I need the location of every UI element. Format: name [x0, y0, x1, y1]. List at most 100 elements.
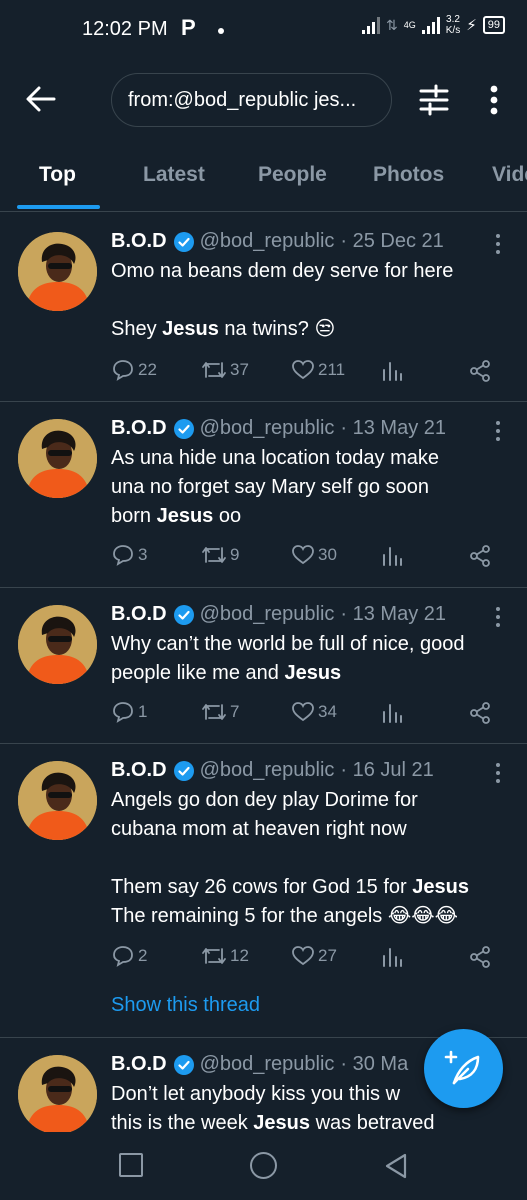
search-tabs: Top Latest People Photos Vide	[0, 138, 527, 212]
tweet-header: B.O.D @bod_republic · 13 May 21	[111, 603, 446, 626]
compose-tweet-button[interactable]	[424, 1029, 503, 1108]
sliders-icon[interactable]	[418, 84, 450, 116]
retweet-icon	[202, 362, 226, 378]
author-name[interactable]: B.O.D	[111, 417, 167, 440]
notification-app-icon: P	[181, 15, 196, 40]
nav-back-icon[interactable]	[383, 1152, 409, 1180]
like-count: 34	[318, 702, 337, 721]
tweet-item[interactable]: B.O.D @bod_republic · 13 May 21 As una h…	[0, 402, 527, 588]
tweet-text-fragment: oo	[213, 505, 242, 527]
avatar[interactable]	[18, 761, 97, 840]
tweet-text-fragment: Them say 26 cows for God 15 for	[111, 876, 413, 898]
verified-badge-icon	[173, 231, 194, 252]
tweet-item[interactable]: B.O.D @bod_republic · 13 May 21 Why can’…	[0, 588, 527, 744]
analytics-icon[interactable]	[381, 946, 403, 968]
tweet-text-line: cubana mom at heaven right now	[111, 818, 407, 840]
share-icon[interactable]	[468, 701, 492, 725]
home-icon[interactable]	[250, 1152, 277, 1179]
retweet-button[interactable]: 12	[201, 944, 249, 968]
analytics-icon[interactable]	[381, 360, 403, 382]
tweet-text: Omo na beans dem dey serve for here Shey…	[111, 257, 511, 344]
reply-button[interactable]: 3	[111, 543, 147, 567]
reply-count: 22	[138, 360, 157, 379]
author-name[interactable]: B.O.D	[111, 603, 167, 626]
heart-icon	[292, 946, 314, 966]
share-icon[interactable]	[468, 945, 492, 969]
avatar[interactable]	[18, 232, 97, 311]
network-speed: 3.2 K/s	[446, 14, 460, 36]
tweet-text-fragment: was betraved	[310, 1112, 435, 1132]
heart-icon	[292, 545, 314, 565]
tweet-text: Why can’t the world be full of nice, goo…	[111, 630, 511, 688]
retweet-count: 7	[230, 702, 240, 721]
like-button[interactable]: 211	[291, 358, 345, 382]
analytics-icon[interactable]	[381, 545, 403, 567]
author-name[interactable]: B.O.D	[111, 230, 167, 253]
retweet-button[interactable]: 7	[201, 700, 239, 724]
tweet-item[interactable]: B.O.D @bod_republic · 25 Dec 21 Omo na b…	[0, 213, 527, 402]
tweet-more-icon[interactable]	[488, 606, 508, 628]
tab-latest[interactable]: Latest	[143, 163, 205, 187]
tweet-text-line: Angels go don dey play Dorime for	[111, 789, 418, 811]
tweet-more-icon[interactable]	[488, 233, 508, 255]
reply-button[interactable]: 22	[111, 358, 157, 382]
tab-top[interactable]: Top	[39, 163, 76, 187]
retweet-count: 9	[230, 545, 240, 564]
avatar[interactable]	[18, 419, 97, 498]
avatar[interactable]	[18, 605, 97, 684]
analytics-icon[interactable]	[381, 702, 403, 724]
tweet-text: Angels go don dey play Dorime for cubana…	[111, 786, 511, 931]
tweet-actions: 3 9 30	[111, 543, 501, 573]
author-handle: @bod_republic	[199, 230, 335, 252]
battery-level: 99	[482, 16, 505, 34]
retweet-button[interactable]: 37	[201, 358, 249, 382]
tweet-text-line: The remaining 5 for the angels 😂😂😂	[111, 905, 458, 927]
retweet-count: 12	[230, 946, 249, 965]
share-icon[interactable]	[468, 544, 492, 568]
reply-button[interactable]: 2	[111, 944, 147, 968]
avatar[interactable]	[18, 1055, 97, 1132]
tweet-more-icon[interactable]	[488, 762, 508, 784]
tweet-text-line: born Jesus oo	[111, 502, 511, 531]
reply-button[interactable]: 1	[111, 700, 147, 724]
status-time: 12:02 PM	[82, 18, 168, 40]
tweet-text-line: Them say 26 cows for God 15 for Jesus	[111, 873, 511, 902]
arrow-left-icon[interactable]	[24, 82, 58, 116]
status-indicators: ⇅ 4G 3.2 K/s ⚡ 99	[362, 14, 505, 36]
tweet-text-line: Why can’t the world be full of nice, goo…	[111, 633, 465, 655]
heart-icon	[292, 360, 314, 380]
tweet-more-icon[interactable]	[488, 420, 508, 442]
tab-videos[interactable]: Vide	[492, 163, 527, 187]
tweet-text-line: As una hide una location today make	[111, 447, 439, 469]
tweet-text-fragment: na twins? 😒	[218, 318, 336, 340]
search-highlight: Jesus	[162, 318, 219, 340]
tab-photos[interactable]: Photos	[373, 163, 444, 187]
share-icon[interactable]	[468, 359, 492, 383]
like-button[interactable]: 30	[291, 543, 337, 567]
tweet-text-fragment: people like me and	[111, 662, 285, 684]
verified-badge-icon	[173, 1054, 194, 1075]
tweet-text-line: Shey Jesus na twins? 😒	[111, 315, 511, 344]
more-vertical-icon[interactable]	[480, 82, 508, 118]
tweet-text-line: people like me and Jesus	[111, 659, 511, 688]
author-name[interactable]: B.O.D	[111, 759, 167, 782]
like-count: 30	[318, 545, 337, 564]
tweet-date: · 25 Dec 21	[340, 230, 444, 252]
tweet-date: · 13 May 21	[340, 603, 447, 625]
data-transfer-icon: ⇅	[386, 16, 398, 33]
tweet-item[interactable]: B.O.D @bod_republic · 16 Jul 21 Angels g…	[0, 744, 527, 1038]
show-thread-link[interactable]: Show this thread	[111, 994, 260, 1017]
system-nav-bar	[0, 1132, 527, 1200]
like-count: 211	[318, 360, 346, 379]
retweet-button[interactable]: 9	[201, 543, 239, 567]
author-name[interactable]: B.O.D	[111, 1053, 167, 1076]
tweet-actions: 2 12 27	[111, 944, 501, 974]
search-input[interactable]: from:@bod_republic jes...	[111, 73, 392, 127]
verified-badge-icon	[173, 418, 194, 439]
like-button[interactable]: 34	[291, 700, 337, 724]
tab-people[interactable]: People	[258, 163, 327, 187]
recent-apps-icon[interactable]	[119, 1153, 143, 1177]
retweet-icon	[202, 547, 226, 563]
like-button[interactable]: 27	[291, 944, 337, 968]
author-handle: @bod_republic	[199, 417, 335, 439]
